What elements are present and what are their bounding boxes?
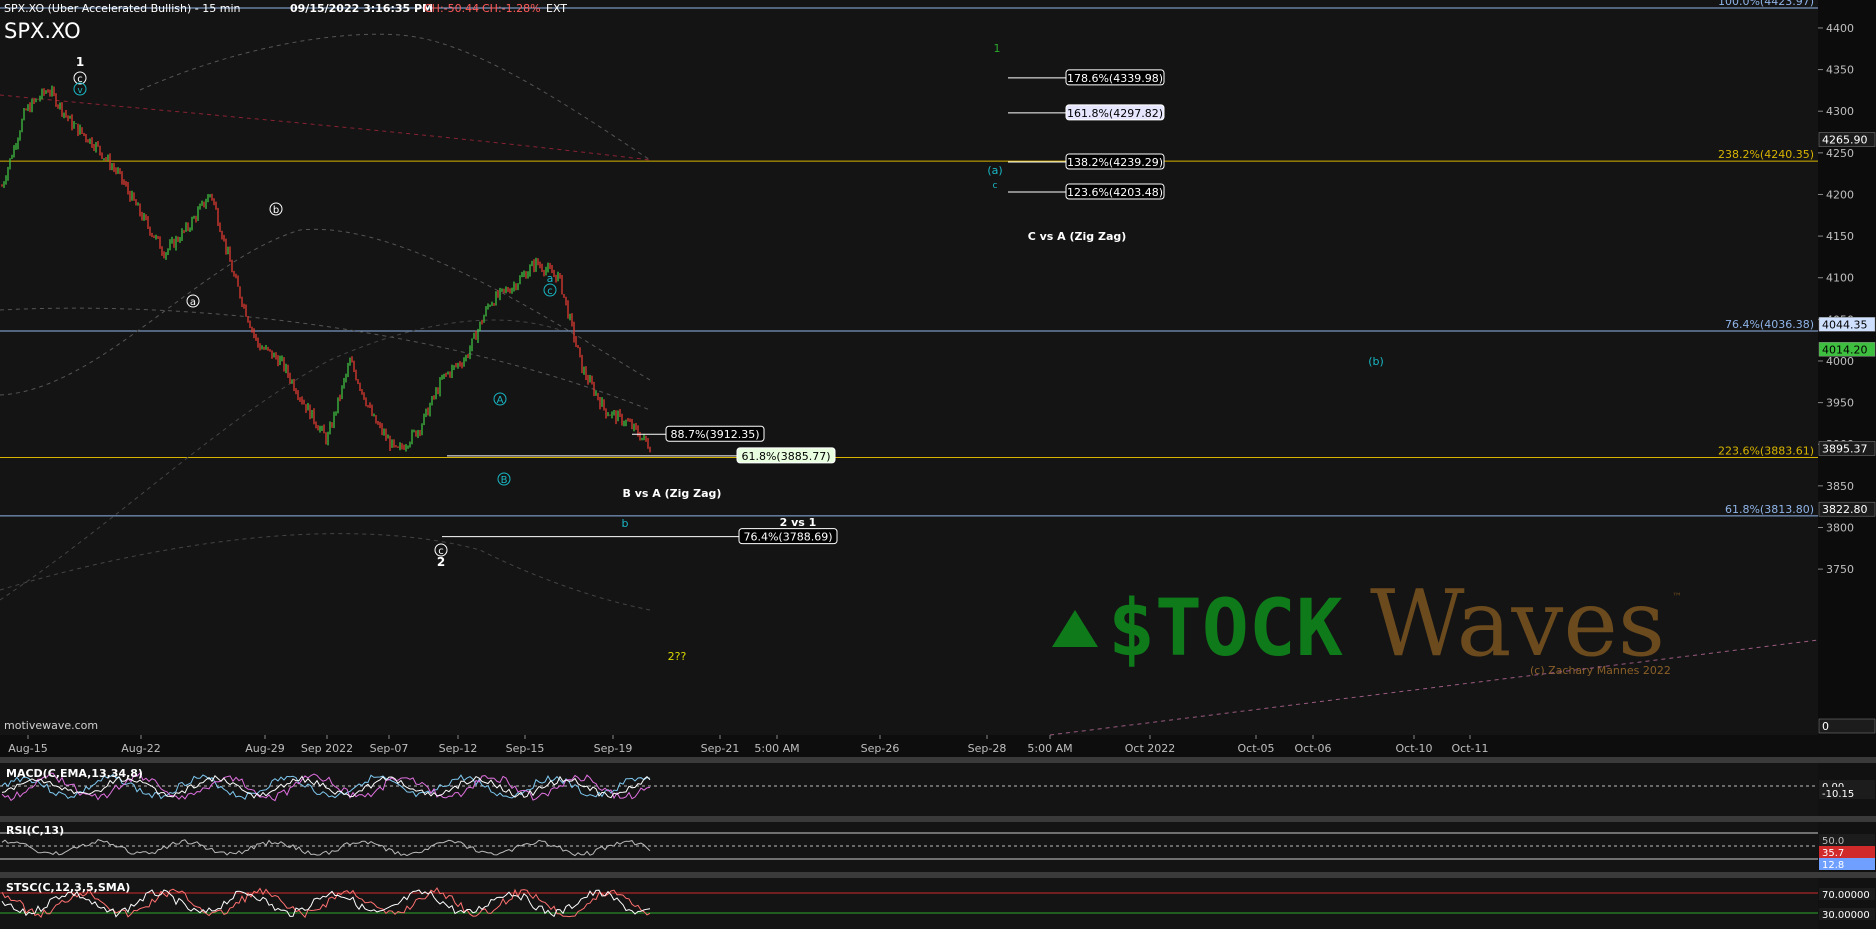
fib-box-label: 161.8%(4297.82) [1067, 107, 1163, 120]
y-tick-label: 4350 [1826, 64, 1854, 77]
indicator-value-label: 30.00000 [1822, 910, 1870, 921]
x-tick-label: Aug-29 [245, 742, 284, 755]
wave-label: 2 [437, 555, 445, 569]
stoch-pane[interactable] [0, 878, 1818, 929]
x-tick-label: Oct 2022 [1125, 742, 1176, 755]
y-tick-label: 3950 [1826, 397, 1854, 410]
y-tick-label: 4400 [1826, 22, 1854, 35]
watermark-brand-left: $TOCK [1108, 584, 1343, 674]
x-tick-label: Sep-21 [701, 742, 740, 755]
x-tick-label: 5:00 AM [1027, 742, 1072, 755]
y-tick-label: 4300 [1826, 105, 1854, 118]
fib-box-label: 123.6%(4203.48) [1067, 186, 1163, 199]
x-tick-label: Aug-22 [121, 742, 160, 755]
x-tick-label: Oct-06 [1295, 742, 1332, 755]
chart-title-line: SPX.XO (Uber Accelerated Bullish) - 15 m… [4, 2, 240, 15]
wave-label: a [190, 297, 196, 308]
retracement-level-label: 76.4%(4036.38) [1725, 318, 1814, 331]
retracement-level-label: 238.2%(4240.35) [1718, 148, 1814, 161]
wave-label: 1 [76, 55, 84, 69]
price-tag-label: 3895.37 [1822, 442, 1868, 455]
pane-divider[interactable] [0, 872, 1876, 878]
retracement-level-label: 223.6%(3883.61) [1718, 445, 1814, 458]
chart-symbol: SPX.XO [4, 19, 81, 43]
price-tag-label: 3822.80 [1822, 503, 1868, 516]
x-tick-label: Oct-05 [1238, 742, 1275, 755]
x-tick-label: Sep 2022 [301, 742, 353, 755]
retracement-level-label: 61.8%(3813.80) [1725, 503, 1814, 516]
rsi-title: RSI(C,13) [6, 824, 64, 837]
fib-box-label: 88.7%(3912.35) [670, 428, 759, 441]
indicator-value-label: 12.8 [1822, 860, 1844, 871]
rsi-pane[interactable] [0, 822, 1818, 872]
stoch-title: STSC(C,12,3,5,SMA) [6, 881, 130, 894]
x-tick-label: Oct-11 [1452, 742, 1489, 755]
x-tick-label: Sep-26 [861, 742, 900, 755]
y-tick-label: 3750 [1826, 563, 1854, 576]
wave-label: B vs A (Zig Zag) [623, 487, 722, 500]
price-tag-label: 4014.20 [1822, 343, 1868, 356]
y-tick-label: 4000 [1826, 355, 1854, 368]
y-tick-label: 4250 [1826, 147, 1854, 160]
wave-label: b [622, 517, 629, 530]
wave-label: v [77, 86, 83, 96]
retracement-level-label: 100.0%(4423.97) [1718, 0, 1814, 8]
indicator-value-label: 35.7 [1822, 848, 1844, 859]
wave-label: c [547, 286, 553, 297]
price-tag-label: 4265.90 [1822, 134, 1868, 147]
wave-label: (a) [987, 164, 1002, 177]
fib-box-label: 61.8%(3885.77) [741, 450, 830, 463]
header-session: EXT [546, 2, 567, 15]
price-tag-label: 4044.35 [1822, 318, 1868, 331]
indicator-value-label: 70.00000 [1822, 890, 1870, 901]
macd-title: MACD(C,EMA,13,34,8) [6, 767, 143, 780]
y-tick-label: 3800 [1826, 521, 1854, 534]
y-tick-label: 4150 [1826, 230, 1854, 243]
indicator-value-label: -10.15 [1822, 789, 1854, 800]
wave-label: 1 [994, 42, 1001, 55]
x-tick-label: Sep-12 [439, 742, 478, 755]
wave-label: A [497, 395, 504, 406]
fib-box-label: 76.4%(3788.69) [743, 531, 832, 544]
x-tick-label: Sep-07 [370, 742, 409, 755]
x-tick-label: Aug-15 [8, 742, 47, 755]
x-tick-label: Oct-10 [1396, 742, 1433, 755]
pane-divider[interactable] [0, 757, 1876, 763]
credit-text: motivewave.com [4, 719, 98, 732]
fib-box-label: 178.6%(4339.98) [1067, 72, 1163, 85]
price-tag-label: 0 [1822, 720, 1829, 733]
wave-label: c [993, 181, 998, 191]
indicator-value-label: 50.0 [1822, 836, 1844, 847]
stockwaves-chart: $TOCK Waves ™ (c) Zachary Mannes 2022 10… [0, 0, 1876, 929]
y-tick-label: 4100 [1826, 272, 1854, 285]
macd-pane[interactable] [0, 763, 1818, 816]
y-tick-label: 3850 [1826, 480, 1854, 493]
fib-box-label: 138.2%(4239.29) [1067, 156, 1163, 169]
wave-label: B [501, 475, 508, 486]
header-datetime: 09/15/2022 3:16:35 PM [290, 2, 433, 15]
header-change-abs: CH:-50.44 [424, 2, 479, 15]
wave-label: 2 vs 1 [780, 516, 817, 529]
watermark-copyright: (c) Zachary Mannes 2022 [1530, 664, 1671, 677]
wave-label: C vs A (Zig Zag) [1028, 230, 1127, 243]
y-tick-label: 4200 [1826, 188, 1854, 201]
x-tick-label: 5:00 AM [754, 742, 799, 755]
wave-label: b [273, 205, 279, 216]
x-tick-label: Sep-19 [594, 742, 633, 755]
header-change-pct: CH:-1.28% [482, 2, 541, 15]
x-tick-label: Sep-15 [506, 742, 545, 755]
wave-label: 2?? [668, 650, 687, 663]
watermark-brand-right: Waves [1370, 570, 1665, 677]
pane-divider[interactable] [0, 816, 1876, 822]
x-tick-label: Sep-28 [968, 742, 1007, 755]
wave-label: (b) [1368, 355, 1384, 368]
wave-label: a [547, 272, 554, 285]
watermark-tm: ™ [1672, 592, 1682, 603]
